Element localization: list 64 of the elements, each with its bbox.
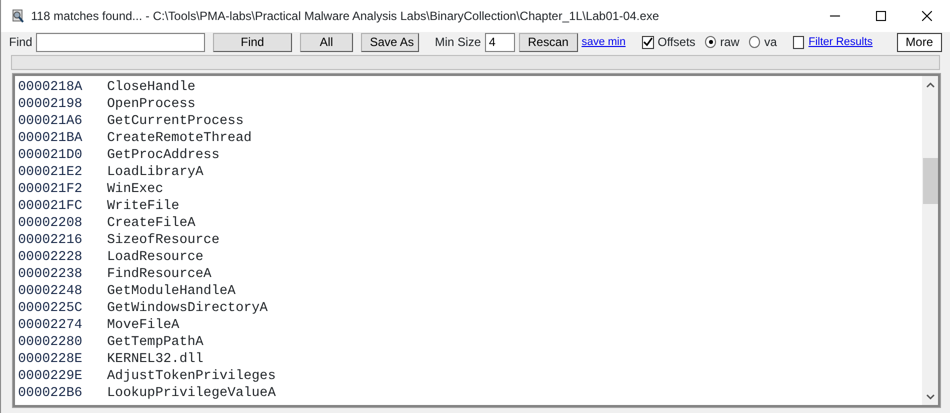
offset-text: 0000225C	[18, 300, 84, 317]
toolbar-button[interactable]: All	[300, 32, 353, 52]
offset-text: 0000218A	[18, 79, 84, 96]
window-title: 118 matches found... - C:\Tools\PMA-labs\Practical Malware Analysis Labs\BinaryCollection\Chapter_1L\Lab01-04.exe	[31, 8, 660, 25]
filter-checkbox[interactable]	[792, 36, 804, 48]
string-text: LookupPrivilegeValueA	[107, 385, 276, 402]
offsets-checkbox[interactable]	[642, 36, 654, 48]
string-text: OpenProcess	[107, 96, 196, 113]
string-text: GetCurrentProcess	[107, 113, 244, 130]
min-size-label: Min Size	[434, 34, 481, 51]
offset-text: 000021BA	[18, 130, 84, 147]
filter-results-link[interactable]: Filter Results	[808, 34, 873, 50]
scroll-thumb[interactable]	[922, 158, 938, 204]
radio-label: raw	[720, 34, 740, 51]
offset-text: 000021F2	[18, 181, 84, 198]
string-text: AdjustTokenPrivileges	[107, 368, 276, 385]
string-text: WriteFile	[107, 198, 180, 215]
save-min-link[interactable]: save min	[582, 34, 626, 50]
offset-text: 0000228E	[18, 351, 84, 368]
radio-button[interactable]	[705, 36, 716, 48]
maximize-icon	[876, 11, 886, 21]
string-text: FindResourceA	[107, 266, 212, 283]
offset-text: 000021D0	[18, 147, 84, 164]
offset-text: 0000229E	[18, 368, 84, 385]
offset-text: 00002216	[18, 232, 84, 249]
offset-text: 000021E2	[18, 164, 84, 181]
toolbar-button[interactable]: Find	[212, 32, 292, 52]
scrollbar[interactable]	[922, 76, 938, 405]
radio-label: va	[764, 34, 777, 51]
close-icon	[922, 11, 932, 21]
offset-text: 00002238	[18, 266, 84, 283]
app-icon	[11, 9, 25, 23]
toolbar-button[interactable]: Save As	[360, 32, 419, 52]
rescan-button[interactable]: Rescan	[518, 32, 578, 52]
offset-text: 00002280	[18, 334, 84, 351]
string-text: CreateRemoteThread	[107, 130, 252, 147]
offset-text: 00002274	[18, 317, 84, 334]
offset-text: 00002208	[18, 215, 84, 232]
offset-text: 000022B6	[18, 385, 84, 402]
offset-text: 00002228	[18, 249, 84, 266]
offset-text: 000021A6	[18, 113, 84, 130]
offset-text: 00002198	[18, 96, 84, 113]
string-text: LoadLibraryA	[107, 164, 204, 181]
find-field[interactable]	[36, 32, 205, 52]
string-text: CloseHandle	[107, 79, 196, 96]
string-text: GetModuleHandleA	[107, 283, 236, 300]
string-text: GetTempPathA	[107, 334, 204, 351]
string-text: WinExec	[107, 181, 164, 198]
find-label: Find	[9, 34, 32, 51]
radio-button[interactable]	[749, 36, 760, 48]
offset-text: 000021FC	[18, 198, 84, 215]
string-text: MoveFileA	[107, 317, 180, 334]
min-size-field[interactable]: 4	[484, 32, 515, 52]
string-text: GetProcAddress	[107, 147, 220, 164]
more-button[interactable]: More	[896, 32, 942, 52]
scroll-down-icon[interactable]	[926, 394, 934, 400]
string-text: GetWindowsDirectoryA	[107, 300, 268, 317]
scroll-up-icon[interactable]	[926, 82, 934, 88]
string-text: SizeofResource	[107, 232, 220, 249]
offsets-label: Offsets	[658, 34, 696, 51]
offset-text: 00002248	[18, 283, 84, 300]
string-text: KERNEL32.dll	[107, 351, 204, 368]
string-text: CreateFileA	[107, 215, 196, 232]
string-text: LoadResource	[107, 249, 204, 266]
